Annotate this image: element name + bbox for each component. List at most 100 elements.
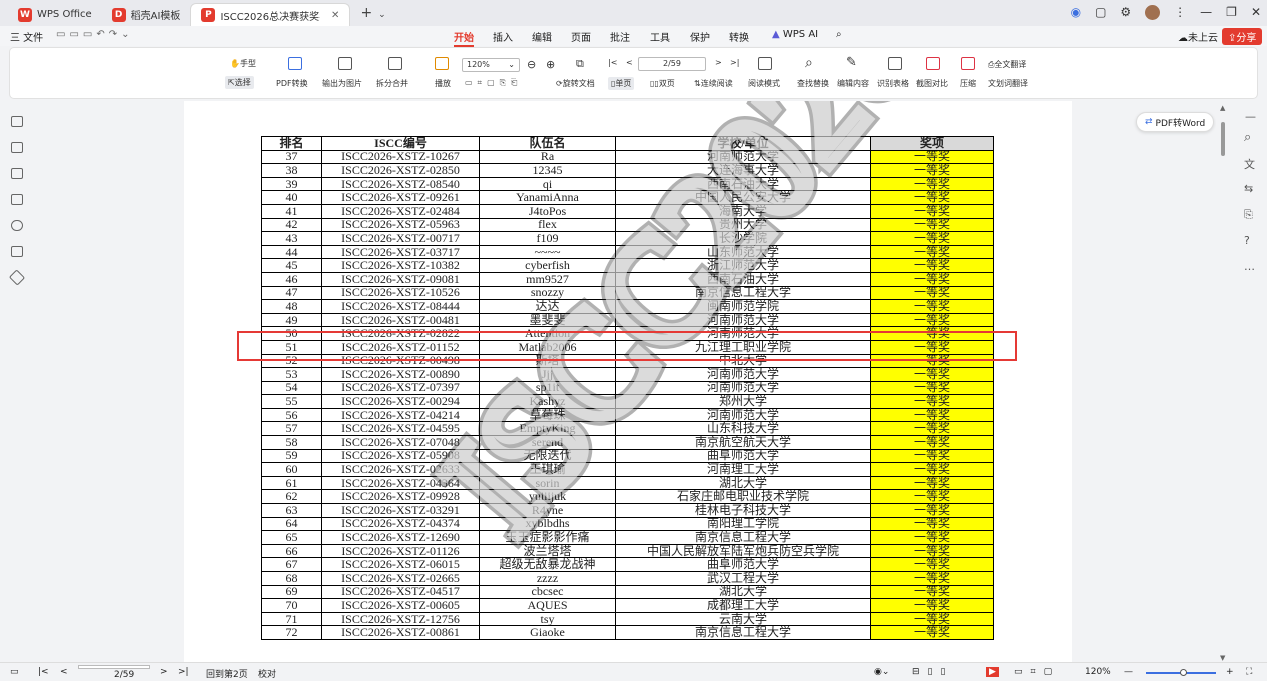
first-page-icon[interactable]: |<: [608, 58, 617, 67]
translate-icon[interactable]: 文: [1244, 156, 1255, 172]
last-page-icon[interactable]: >|: [178, 667, 189, 677]
proofread-button[interactable]: 校对: [258, 667, 276, 680]
split-merge-button[interactable]: 拆分合并: [376, 78, 408, 89]
thumbnail-icon[interactable]: [11, 168, 23, 179]
menu-item-annotate[interactable]: 批注: [610, 29, 630, 44]
menu-item-convert[interactable]: 转换: [729, 29, 749, 44]
layers-icon[interactable]: [8, 269, 26, 286]
search-icon[interactable]: ⌕: [805, 55, 813, 71]
read-mode-button[interactable]: 阅读模式: [748, 78, 780, 89]
cell-rank: 65: [261, 530, 322, 545]
outline-icon[interactable]: [11, 116, 23, 127]
table-row: 40 ISCC2026-XSTZ-09261 YanamiAnna 中国人民公安大学一…: [261, 190, 994, 205]
scroll-thumb[interactable]: [1221, 122, 1225, 156]
first-page-icon[interactable]: |<: [38, 667, 49, 677]
single-page-button[interactable]: ▯单页: [608, 77, 635, 90]
tab-pdf-document[interactable]: P ISCC2026总决赛获奖名单-ブ ✕: [190, 3, 351, 26]
screenshot-compare-button[interactable]: 截图对比: [916, 78, 948, 89]
adjust-icon[interactable]: ⇆: [1244, 182, 1253, 195]
window-mode-icon[interactable]: ▢: [1095, 5, 1106, 20]
zoom-slider-thumb[interactable]: [1180, 669, 1187, 676]
vertical-scrollbar[interactable]: ▲ ▼: [1216, 104, 1230, 662]
prev-page-icon[interactable]: <: [626, 58, 633, 67]
file-menu[interactable]: 三 文件: [10, 29, 43, 44]
page-input[interactable]: 2/59: [638, 57, 706, 71]
zoom-out-icon[interactable]: —: [1124, 667, 1133, 677]
view-mode-icons[interactable]: ⊟▯▯: [912, 667, 953, 677]
search-icon[interactable]: ⌕: [836, 29, 842, 40]
last-page-icon[interactable]: >|: [730, 58, 739, 67]
full-translate-button[interactable]: ⎙全文翻译: [988, 59, 1026, 70]
recognize-table-button[interactable]: 识别表格: [877, 78, 909, 89]
collapse-icon[interactable]: —: [1245, 110, 1256, 123]
avatar[interactable]: [1145, 5, 1161, 20]
select-tool-button[interactable]: ⇱选择: [225, 76, 254, 89]
hand-tool-button[interactable]: ✋手型: [230, 58, 256, 69]
comment-icon[interactable]: [11, 194, 23, 205]
cell-award: 一等奖: [870, 244, 994, 260]
word-translate-button[interactable]: 文划词翻译: [988, 78, 1028, 89]
table-row: 56 ISCC2026-XSTZ-04214 草莓珠 河南师范大学 一等奖: [261, 407, 994, 423]
more-icon[interactable]: ⋮: [1174, 5, 1186, 20]
tab-template[interactable]: D 稻壳AI模板: [102, 3, 191, 26]
find-replace-button[interactable]: 查找替换: [797, 78, 829, 89]
scroll-up-icon[interactable]: ▲: [1220, 104, 1225, 112]
bookmark-icon[interactable]: [11, 142, 23, 153]
play-button[interactable]: 播放: [435, 78, 451, 89]
cell-school: 大连海事大学: [615, 163, 871, 178]
view-icons[interactable]: ▭⌗▢⎘⎗: [465, 78, 522, 88]
menu-item-start[interactable]: 开始: [454, 29, 474, 47]
quick-tools[interactable]: ▭▭▭↶↷⌄: [56, 29, 133, 40]
status-page-input[interactable]: 2/59: [78, 665, 150, 680]
menu-item-edit[interactable]: 编辑: [532, 29, 552, 44]
sign-icon[interactable]: [11, 246, 23, 257]
more-icon[interactable]: …: [1244, 260, 1255, 273]
edit-content-button[interactable]: 编辑内容: [837, 78, 869, 89]
pdf-convert-button[interactable]: PDF转换: [276, 78, 308, 89]
fit-page-icon[interactable]: ⧉: [576, 57, 584, 71]
menu-item-insert[interactable]: 插入: [493, 29, 513, 44]
sidebar-toggle-icon[interactable]: ▭: [10, 667, 19, 677]
table-row: 72 ISCC2026-XSTZ-00861 Giaoke 南京信息工程大学 一等奖: [261, 625, 994, 640]
wps-ai-button[interactable]: ▲ WPS AI: [772, 29, 818, 40]
chevron-down-icon[interactable]: ⌄: [378, 10, 386, 20]
assistant-icon[interactable]: ◉: [1071, 5, 1081, 20]
zoom-select[interactable]: 120% ⌄: [462, 58, 520, 72]
pdf-to-word-button[interactable]: ⇄ PDF转Word: [1136, 112, 1215, 132]
settings-icon[interactable]: ⚙: [1120, 5, 1131, 20]
continuous-read-button[interactable]: ⇅连续阅读: [694, 78, 733, 89]
share-button[interactable]: ⇪分享: [1222, 28, 1263, 45]
export-image-button[interactable]: 输出为图片: [322, 78, 362, 89]
fullscreen-icon[interactable]: ⛶: [1246, 667, 1252, 677]
close-icon[interactable]: ✕: [331, 10, 339, 21]
new-tab-icon[interactable]: +: [360, 5, 372, 21]
play-mode-icon[interactable]: ▶: [986, 667, 999, 677]
back-to-page-button[interactable]: 回到第2页: [206, 667, 248, 680]
zoom-out-icon[interactable]: ⊖: [527, 58, 536, 71]
cloud-status[interactable]: ☁未上云: [1178, 29, 1218, 44]
minimize-icon[interactable]: —: [1200, 5, 1212, 20]
help-icon[interactable]: ?: [1244, 234, 1250, 247]
eye-icon[interactable]: ◉⌄: [874, 667, 889, 677]
search-icon[interactable]: ⌕: [1244, 130, 1251, 145]
next-page-icon[interactable]: >: [715, 58, 722, 67]
zoom-in-icon[interactable]: +: [1226, 667, 1234, 677]
double-page-button[interactable]: ▯▯双页: [650, 78, 675, 89]
attachment-icon[interactable]: [11, 220, 23, 231]
tab-wps-office[interactable]: W WPS Office: [8, 3, 102, 26]
window-close-icon[interactable]: ✕: [1251, 5, 1261, 20]
maximize-icon[interactable]: ❐: [1226, 5, 1237, 20]
scroll-down-icon[interactable]: ▼: [1220, 654, 1225, 662]
menu-item-tools[interactable]: 工具: [650, 29, 670, 44]
menu-item-protect[interactable]: 保护: [690, 29, 710, 44]
zoom-in-icon[interactable]: ⊕: [546, 58, 555, 71]
layout-icons[interactable]: ▭⌗▢: [1014, 667, 1060, 677]
prev-page-icon[interactable]: <: [60, 667, 68, 677]
scan-icon[interactable]: ⎘: [1244, 208, 1253, 222]
menu-item-page[interactable]: 页面: [571, 29, 591, 44]
compress-button[interactable]: 压缩: [960, 78, 976, 89]
status-zoom[interactable]: 120%: [1085, 667, 1111, 677]
next-page-icon[interactable]: >: [160, 667, 168, 677]
pen-icon[interactable]: ✎: [846, 55, 857, 70]
rotate-button[interactable]: ⟳旋转文档: [556, 78, 595, 89]
